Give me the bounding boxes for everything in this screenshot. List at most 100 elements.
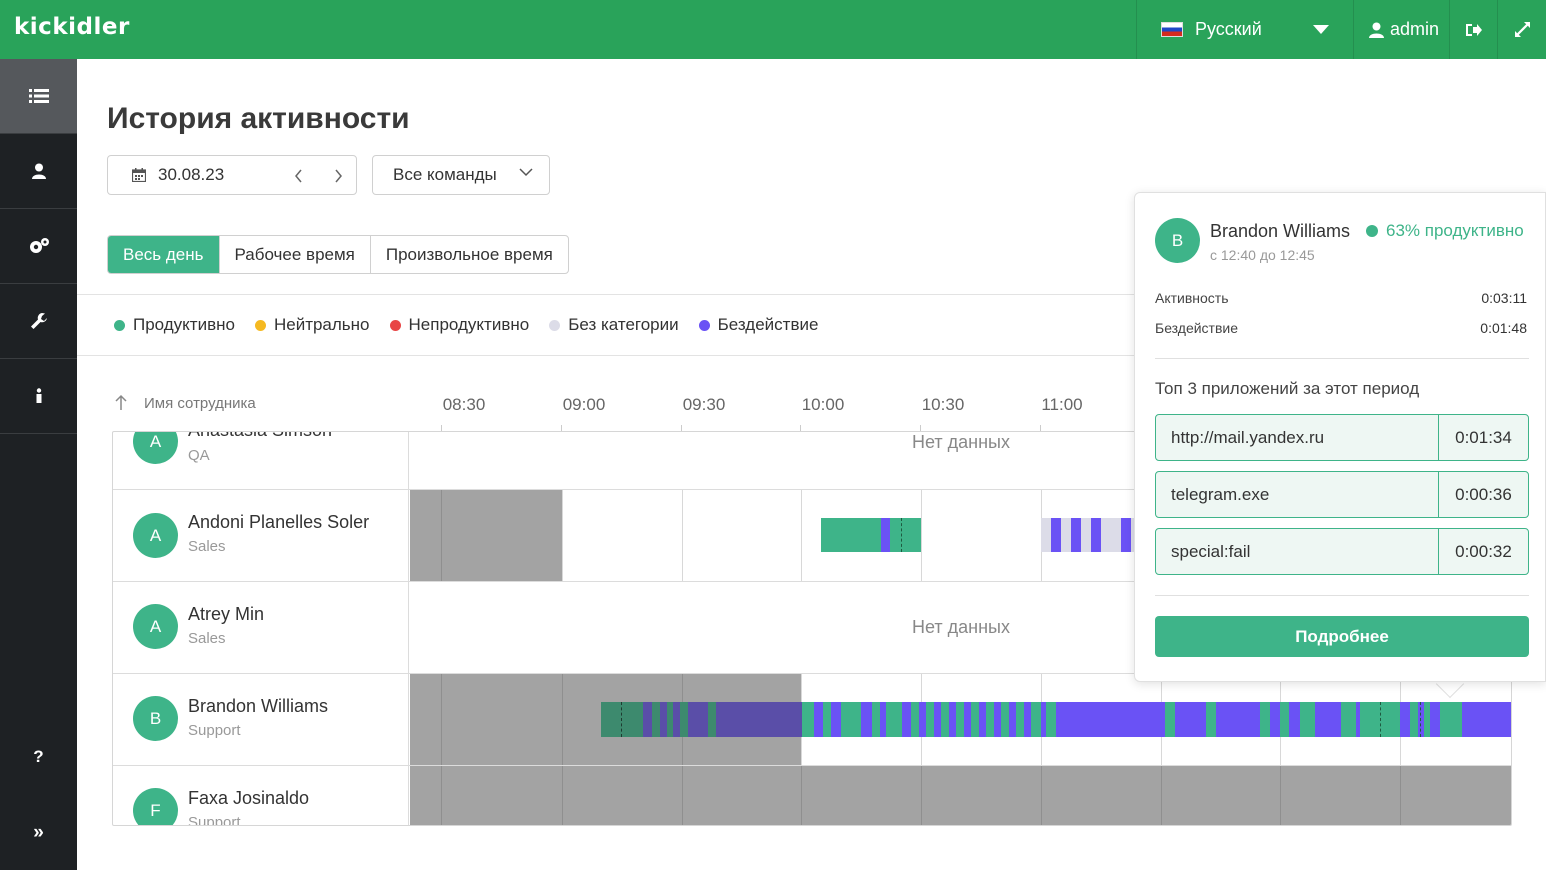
tab-work-time[interactable]: Рабочее время	[220, 236, 371, 273]
legend-item-idle: Бездействие	[698, 315, 818, 335]
activity-segment[interactable]	[926, 702, 934, 737]
idle-segment[interactable]	[881, 518, 890, 552]
activity-segment[interactable]	[1165, 702, 1175, 737]
activity-segment[interactable]	[1206, 702, 1216, 737]
grid-line	[441, 674, 442, 765]
user-menu[interactable]: admin	[1353, 0, 1449, 59]
no-data-label: Нет данных	[912, 617, 1010, 637]
sidebar-item-activity[interactable]	[0, 59, 77, 134]
activity-segment[interactable]	[890, 518, 921, 552]
employee-name[interactable]: Brandon Williams	[188, 696, 328, 717]
employee-name[interactable]: Atrey Min	[188, 604, 264, 625]
activity-segment[interactable]	[823, 702, 831, 737]
employee-name[interactable]: Andoni Planelles Soler	[188, 512, 369, 533]
activity-segment[interactable]	[1031, 702, 1041, 737]
employee-team: Support	[188, 722, 241, 739]
date-picker[interactable]: 30.08.23	[107, 155, 357, 195]
employee-cell: A Atrey Min Sales	[113, 582, 409, 673]
page-title: История активности	[107, 102, 410, 135]
employee-name[interactable]: Anastasia Simson	[188, 432, 332, 441]
prev-date-button[interactable]	[294, 169, 303, 183]
table-row[interactable]: B Brandon Williams Support	[113, 674, 1511, 766]
idle-segment[interactable]	[1121, 518, 1131, 552]
table-row[interactable]: F Faxa Josinaldo Support	[113, 766, 1511, 825]
productivity-value: 63% продуктивно	[1386, 221, 1524, 240]
expand-icon	[1514, 22, 1530, 37]
activity-segment[interactable]	[1410, 702, 1418, 737]
activity-segment[interactable]	[708, 702, 716, 737]
timeline[interactable]	[410, 674, 1511, 765]
grid-line	[921, 490, 922, 581]
avatar: F	[133, 788, 178, 825]
app-logo[interactable]: kickidler	[14, 14, 130, 40]
employee-name[interactable]: Faxa Josinaldo	[188, 788, 309, 809]
tab-all-day[interactable]: Весь день	[108, 236, 220, 273]
activity-segment[interactable]	[601, 702, 643, 737]
activity-segment[interactable]	[971, 702, 979, 737]
marker-line	[1420, 702, 1421, 737]
activity-popover: B Brandon Williams с 12:40 до 12:45 63% …	[1134, 192, 1546, 682]
activity-segment[interactable]	[667, 702, 673, 737]
divider	[1155, 358, 1529, 359]
help-icon: ?	[33, 747, 44, 766]
activity-segment[interactable]	[956, 702, 964, 737]
activity-segment[interactable]	[872, 702, 880, 737]
timeline[interactable]	[410, 766, 1511, 825]
activity-segment[interactable]	[1001, 702, 1009, 737]
team-filter-dropdown[interactable]: Все команды	[372, 155, 550, 195]
activity-segment[interactable]	[680, 702, 688, 737]
details-button[interactable]: Подробнее	[1155, 616, 1529, 657]
grid-line	[801, 766, 802, 825]
logout-button[interactable]	[1449, 0, 1497, 59]
idle-segment[interactable]	[1091, 518, 1101, 552]
help-button[interactable]: ?	[0, 727, 77, 787]
activity-segment[interactable]	[1300, 702, 1315, 737]
sidebar-item-settings[interactable]	[0, 209, 77, 284]
offline-block	[410, 490, 562, 581]
neutral-dot-icon	[254, 319, 266, 331]
popover-time-range: с 12:40 до 12:45	[1210, 247, 1315, 263]
collapse-sidebar-button[interactable]: »	[0, 803, 77, 863]
activity-segment[interactable]	[1440, 702, 1462, 737]
employee-cell: F Faxa Josinaldo Support	[113, 766, 409, 825]
name-column-header[interactable]: Имя сотрудника	[144, 395, 256, 412]
date-value: 30.08.23	[158, 165, 225, 184]
language-selector[interactable]: Русский	[1136, 0, 1353, 59]
top-app-row: special:fail 0:00:32	[1155, 528, 1529, 575]
activity-segment[interactable]	[1260, 702, 1270, 737]
idle-segment[interactable]	[1051, 518, 1061, 552]
fullscreen-button[interactable]	[1497, 0, 1546, 59]
grid-line	[1041, 766, 1042, 825]
activity-segment[interactable]	[986, 702, 994, 737]
activity-segment[interactable]	[841, 702, 861, 737]
legend: Продуктивно Нейтрально Непродуктивно Без…	[114, 315, 838, 335]
sidebar-item-employees[interactable]	[0, 134, 77, 209]
activity-segment[interactable]	[886, 702, 902, 737]
activity-segment[interactable]	[1016, 702, 1024, 737]
avatar: A	[133, 432, 178, 464]
next-date-button[interactable]	[334, 169, 343, 183]
activity-segment[interactable]	[1280, 702, 1289, 737]
idle-segment[interactable]	[1071, 518, 1081, 552]
activity-segment[interactable]	[821, 518, 881, 552]
activity-segment[interactable]	[911, 702, 919, 737]
employee-team: QA	[188, 447, 210, 464]
activity-segment[interactable]	[1341, 702, 1356, 737]
marker-line	[621, 702, 622, 737]
team-filter-value: Все команды	[393, 165, 497, 184]
idle-segment[interactable]	[802, 702, 1511, 737]
app-time: 0:00:36	[1455, 484, 1512, 504]
time-label: 09:30	[682, 395, 726, 414]
tab-custom-time[interactable]: Произвольное время	[371, 236, 568, 273]
sort-arrow-up-icon[interactable]	[114, 394, 128, 411]
activity-segment[interactable]	[802, 702, 814, 737]
sidebar-item-info[interactable]	[0, 359, 77, 434]
activity-segment[interactable]	[1046, 702, 1056, 737]
activity-segment[interactable]	[1424, 702, 1430, 737]
double-chevron-right-icon: »	[33, 822, 44, 843]
user-icon	[1369, 22, 1384, 38]
sidebar-item-tools[interactable]	[0, 284, 77, 359]
activity-segment[interactable]	[652, 702, 660, 737]
activity-segment[interactable]	[941, 702, 949, 737]
language-label: Русский	[1195, 19, 1262, 39]
